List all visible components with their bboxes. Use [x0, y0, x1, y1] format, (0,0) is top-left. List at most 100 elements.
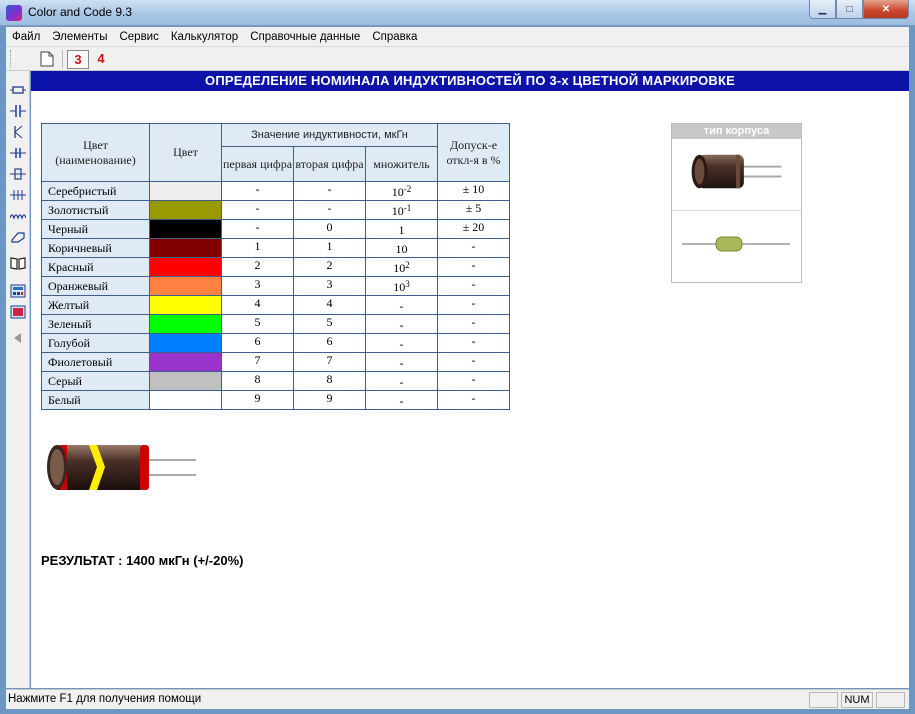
menu-file[interactable]: Файл: [6, 27, 46, 47]
tolerance: ± 5: [437, 200, 510, 220]
first-digit: 8: [221, 371, 294, 391]
multiplier: 1: [365, 219, 438, 239]
first-digit: 6: [221, 333, 294, 353]
color-name: Серый: [41, 371, 150, 391]
table-row[interactable]: Серебристый - - 10-2 ± 10: [41, 181, 510, 201]
inductor-icon[interactable]: [10, 146, 26, 160]
multiplier: 10-1: [365, 200, 438, 220]
resistor-icon[interactable]: [10, 83, 26, 97]
multiplier: -: [365, 390, 438, 410]
color-swatch[interactable]: [149, 276, 222, 296]
table-row[interactable]: Коричневый 1 1 10 -: [41, 238, 510, 258]
first-digit: -: [221, 219, 294, 239]
book-icon[interactable]: [10, 256, 26, 270]
first-digit: 3: [221, 276, 294, 296]
swatch-fill: [150, 201, 221, 219]
color-swatch[interactable]: [149, 314, 222, 334]
transistor-icon[interactable]: [10, 125, 26, 139]
table-row[interactable]: Желтый 4 4 - -: [41, 295, 510, 315]
menu-service[interactable]: Сервис: [113, 27, 164, 47]
first-digit: 7: [221, 352, 294, 372]
color-swatch[interactable]: [149, 390, 222, 410]
arrow-left-icon[interactable]: [10, 331, 26, 345]
window-controls: ▁ □ ✕: [809, 0, 909, 19]
toolbar: 3 4: [6, 47, 909, 71]
table-row[interactable]: Черный - 0 1 ± 20: [41, 219, 510, 239]
new-document-icon[interactable]: [40, 51, 54, 67]
menu-calculator[interactable]: Калькулятор: [165, 27, 244, 47]
axial-inductor-icon[interactable]: [672, 212, 801, 282]
menu-help[interactable]: Справка: [366, 27, 423, 47]
multiplier: -: [365, 314, 438, 334]
close-button[interactable]: ✕: [863, 0, 909, 19]
tolerance: -: [437, 333, 510, 353]
menu-bar: Файл Элементы Сервис Калькулятор Справоч…: [6, 27, 909, 47]
table-body: Серебристый - - 10-2 ± 10 Золотистый - -…: [41, 181, 510, 410]
header-first-digit: первая цифра: [221, 146, 294, 182]
first-digit: 5: [221, 314, 294, 334]
tolerance: -: [437, 238, 510, 258]
color-name: Коричневый: [41, 238, 150, 258]
multiplier: -: [365, 295, 438, 315]
swatch-fill: [150, 239, 221, 257]
header-color: Цвет: [149, 123, 222, 182]
left-toolbar: [6, 71, 30, 688]
color-name: Черный: [41, 219, 150, 239]
radial-inductor-icon[interactable]: [672, 139, 801, 211]
maximize-button[interactable]: □: [836, 0, 863, 19]
multiplier: -: [365, 333, 438, 353]
tolerance: ± 20: [437, 219, 510, 239]
color-name: Красный: [41, 257, 150, 277]
menu-reference[interactable]: Справочные данные: [244, 27, 366, 47]
table-row[interactable]: Красный 2 2 102 -: [41, 257, 510, 277]
second-digit: 9: [293, 390, 366, 410]
first-digit: 9: [221, 390, 294, 410]
second-digit: 6: [293, 333, 366, 353]
swatch-fill: [150, 315, 221, 333]
color-swatch[interactable]: [149, 352, 222, 372]
multiplier: -: [365, 352, 438, 372]
calculator-2-icon[interactable]: [10, 305, 26, 319]
minimize-button[interactable]: ▁: [809, 0, 836, 19]
coil-icon[interactable]: [10, 209, 26, 223]
color-swatch[interactable]: [149, 257, 222, 277]
color-swatch[interactable]: [149, 238, 222, 258]
table-row[interactable]: Зеленый 5 5 - -: [41, 314, 510, 334]
color-swatch[interactable]: [149, 219, 222, 239]
tolerance: -: [437, 352, 510, 372]
color-swatch[interactable]: [149, 200, 222, 220]
multiplier: -: [365, 371, 438, 391]
table-row[interactable]: Оранжевый 3 3 103 -: [41, 276, 510, 296]
tab-3-band[interactable]: 3: [67, 50, 89, 69]
eraser-icon[interactable]: [10, 230, 26, 244]
multiplier: 10: [365, 238, 438, 258]
color-swatch[interactable]: [149, 295, 222, 315]
header-tolerance: Допуск-е откл-я в %: [437, 123, 510, 182]
header-color-name: Цвет (наименование): [41, 123, 150, 182]
crystal-icon[interactable]: [10, 167, 26, 181]
second-digit: 8: [293, 371, 366, 391]
calculator-icon[interactable]: [10, 284, 26, 298]
table-row[interactable]: Фиолетовый 7 7 - -: [41, 352, 510, 372]
swatch-fill: [150, 258, 221, 276]
swatch-fill: [150, 334, 221, 352]
double-capacitor-icon[interactable]: [10, 188, 26, 202]
color-swatch[interactable]: [149, 371, 222, 391]
header-inductance-value: Значение индуктивности, мкГн: [221, 123, 438, 147]
color-name: Голубой: [41, 333, 150, 353]
table-row[interactable]: Белый 9 9 - -: [41, 390, 510, 410]
tolerance: -: [437, 295, 510, 315]
capacitor-icon[interactable]: [10, 104, 26, 118]
first-digit: 1: [221, 238, 294, 258]
table-row[interactable]: Серый 8 8 - -: [41, 371, 510, 391]
color-swatch[interactable]: [149, 181, 222, 201]
menu-elements[interactable]: Элементы: [46, 27, 113, 47]
tolerance: -: [437, 371, 510, 391]
second-digit: -: [293, 181, 366, 201]
tab-4-band[interactable]: 4: [90, 50, 112, 69]
table-row[interactable]: Голубой 6 6 - -: [41, 333, 510, 353]
table-row[interactable]: Золотистый - - 10-1 ± 5: [41, 200, 510, 220]
color-swatch[interactable]: [149, 333, 222, 353]
tolerance: -: [437, 257, 510, 277]
tolerance: -: [437, 314, 510, 334]
